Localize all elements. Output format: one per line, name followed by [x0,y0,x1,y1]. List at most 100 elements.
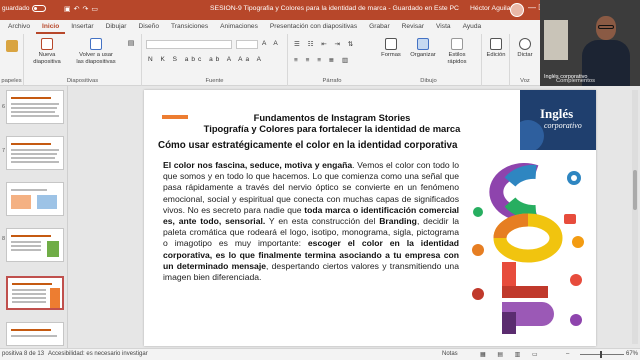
scrollbar-thumb[interactable] [633,170,637,210]
reuse-slides-label: Volver a usar las diapositivas [76,52,116,65]
tab-presentación-con-diapositivas[interactable]: Presentación con diapositivas [264,20,363,34]
slide-heading-line2: Tipografía y Colores para fortalecer la … [203,123,461,134]
quick-styles-button[interactable]: Estilos rápidos [442,38,472,66]
arrange-icon [417,38,429,50]
voice-group: Dictar Voz [510,34,540,86]
status-bar: positiva 8 de 13 Accesibilidad: es neces… [0,348,640,360]
thumbnail-number: 7 [2,148,6,154]
reuse-slides-button[interactable]: Volver a usar las diapositivas [76,38,116,66]
tab-transiciones[interactable]: Transiciones [165,20,214,34]
body-bold-3: Branding [379,216,417,227]
tab-inicio[interactable]: Inicio [36,20,66,34]
slides-group: Nueva diapositiva Volver a usar las diap… [24,34,142,86]
clipboard-group: papeles [0,34,24,86]
crown-icon [570,314,582,326]
tab-revisar[interactable]: Revisar [396,20,430,34]
logo-line2: corporativo [544,121,582,130]
quick-styles-icon [451,38,463,50]
editing-group: Edición [482,34,510,86]
webcam-overlay: Inglés corporativo Complementos [540,0,640,86]
microphone-icon [519,38,531,50]
globe-icon [520,120,544,150]
drawing-group: Formas Organizar Estilos rápidos Dibujo [376,34,482,86]
tab-insertar[interactable]: Insertar [65,20,99,34]
document-title: SESION-9 Tipografia y Colores para la id… [210,5,459,12]
avatar[interactable] [510,3,524,17]
drawing-group-label: Dibujo [420,78,437,84]
slide-thumbnail[interactable] [6,182,64,216]
font-group-label: Fuente [205,78,224,84]
wall-picture [544,20,568,60]
autosave-label: guardado [2,5,30,12]
new-slide-button[interactable]: Nueva diapositiva [32,38,62,66]
zoom-level[interactable]: 67% [626,351,638,357]
thumbnail-number: 8 [2,236,6,242]
tab-dibujar[interactable]: Dibujar [100,20,133,34]
ribbon-tabs: Archivo Inicio Insertar Dibujar Diseño Transi… [0,20,540,34]
clipboard-label: papeles [1,78,22,84]
new-slide-label: Nueva diapositiva [33,52,61,65]
shapes-icon [385,38,397,50]
user-name[interactable]: Héctor Aguilar [470,5,513,12]
slide-body-text[interactable]: El color nos fascina, seduce, motiva y e… [163,160,459,283]
autosave: guardado [2,5,47,12]
slide-canvas: Fundamentos de Instagram Stories Tipogra… [68,86,640,348]
paragraph-group-label: Párrafo [322,78,342,84]
tab-archivo[interactable]: Archivo [2,20,36,34]
slide[interactable]: Fundamentos de Instagram Stories Tipogra… [144,90,596,346]
presenter-glasses [598,25,614,29]
zoom-slider[interactable] [580,354,624,355]
new-slide-icon [41,38,53,50]
stop-icon [564,214,576,224]
zoom-slider-knob[interactable] [600,351,602,358]
fire-icon [472,244,484,256]
present-icon[interactable]: ▭ [91,6,101,13]
slide-counter: positiva 8 de 13 [2,351,45,357]
brand-logo: Inglés corporativo [520,90,596,150]
autosave-toggle[interactable] [32,5,47,12]
font-format-buttons[interactable]: N K S abc ab A Aa A [148,56,264,63]
tab-animaciones[interactable]: Animaciones [214,20,264,34]
align-buttons[interactable]: ≡ ≡ ≡ ≣ ▥ [294,56,351,64]
tab-grabar[interactable]: Grabar [363,20,396,34]
slide-thumbnail[interactable] [6,322,64,346]
arrange-button[interactable]: Organizar [406,38,440,59]
zoom-out-button[interactable]: – [566,351,569,357]
font-name-field[interactable] [146,40,232,49]
search-icon [490,38,502,50]
paste-button[interactable] [4,40,20,54]
quick-styles-label: Estilos rápidos [447,52,467,65]
slide-thumbnail[interactable] [6,136,64,170]
vertical-scrollbar[interactable] [632,90,638,344]
editing-button[interactable]: Edición [484,38,508,59]
font-grow-shrink[interactable]: A A [262,40,281,47]
shapes-button[interactable]: Formas [380,38,402,59]
tab-ayuda[interactable]: Ayuda [457,20,488,34]
tab-vista[interactable]: Vista [430,20,457,34]
quick-access-toolbar: ▣↶↷▭ [64,5,101,13]
font-size-field[interactable] [236,40,258,49]
slide-thumbnail-selected[interactable] [6,276,64,310]
tab-diseño[interactable]: Diseño [132,20,165,34]
undo-icon[interactable]: ↶ [74,6,83,13]
apple-icon [472,288,484,300]
color-meaning-infographic [472,163,584,334]
slide-thumbnail[interactable] [6,90,64,124]
slide-thumbnail[interactable] [6,228,64,262]
ribbon: papeles Nueva diapositiva Volver a usar … [0,34,540,86]
dictate-button[interactable]: Dictar [514,38,536,59]
list-buttons[interactable]: ☰ ☷ ⇤ ⇥ ⇅ [294,40,356,48]
view-buttons[interactable]: ▦ ▤ ▥ ▭ [480,351,543,358]
reuse-slides-icon [90,38,102,50]
thumbnail-number: 6 [2,104,6,110]
logo-line1: Inglés [540,106,574,121]
accessibility-status[interactable]: Accesibilidad: es necesario investigar [48,351,148,357]
layout-icon[interactable]: ▤ [124,40,138,47]
font-group: A A N K S abc ab A Aa A Fuente [142,34,288,86]
save-icon[interactable]: ▣ [64,6,74,13]
idea-icon [473,207,483,217]
body-bold-1: El color nos fascina, seduce, motiva y e… [163,160,353,170]
notes-button[interactable]: Notas [442,351,458,357]
arrange-label: Organizar [410,52,436,58]
slide-thumbnail-pane: 6 7 8 [0,86,68,348]
